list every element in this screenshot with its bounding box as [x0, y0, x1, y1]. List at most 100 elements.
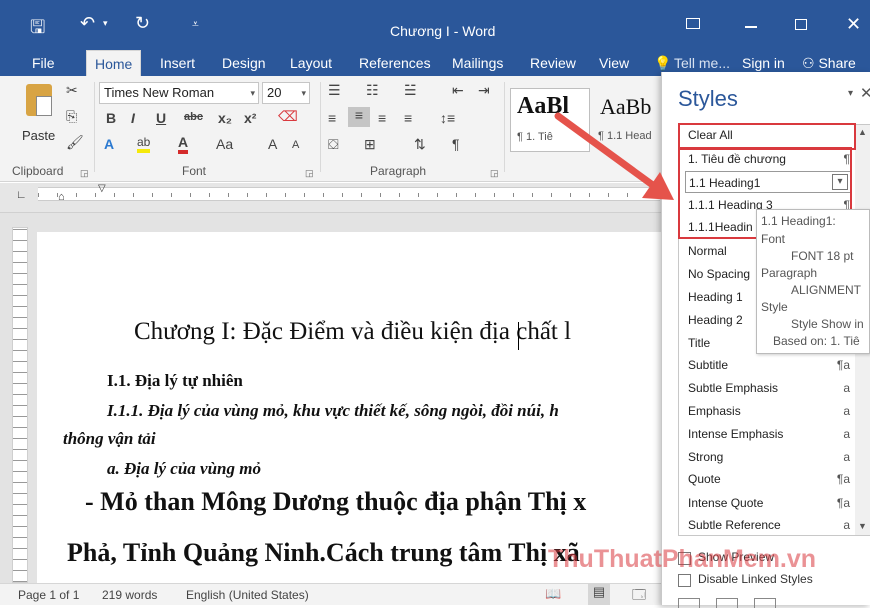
style-item[interactable]: Subtle Emphasis a — [688, 377, 858, 399]
align-center-icon[interactable]: ≡ — [348, 107, 370, 127]
font-launcher-icon[interactable]: ◲ — [305, 168, 314, 179]
pane-close-icon[interactable]: ✕ — [860, 84, 870, 102]
highlight-icon[interactable]: ab — [137, 135, 151, 153]
paragraph-launcher-icon[interactable]: ◲ — [490, 168, 499, 179]
style-item[interactable]: Intense Emphasis a — [688, 423, 858, 445]
tab-mailings[interactable]: Mailings — [452, 53, 503, 76]
cut-icon[interactable]: ✂ — [66, 82, 78, 99]
redo-icon[interactable]: ↻ — [135, 13, 150, 34]
style-type-icon: ¶a — [836, 472, 850, 486]
group-paragraph: Paragraph — [370, 164, 427, 178]
align-right-icon[interactable]: ≡ — [378, 110, 386, 126]
styles-pane-title: Styles — [678, 86, 738, 111]
customize-toolbar-icon[interactable]: ⩡ — [192, 17, 199, 32]
clipboard-launcher-icon[interactable]: ◲ — [80, 168, 89, 179]
shading-icon[interactable]: ⛋ — [328, 136, 339, 153]
tab-references[interactable]: References — [359, 53, 431, 76]
show-marks-icon[interactable]: ¶ — [452, 136, 460, 152]
font-size-dropdown[interactable]: 20 ▾ — [262, 82, 310, 104]
shrink-font-button[interactable]: A — [292, 139, 299, 151]
increase-indent-icon[interactable]: ⇥ — [478, 82, 490, 99]
text-cursor — [518, 322, 519, 350]
style-item[interactable]: Subtitle ¶a — [688, 354, 858, 376]
line-spacing-icon[interactable]: ↕≡ — [440, 110, 455, 126]
font-name-dropdown[interactable]: Times New Roman ▾ — [99, 82, 259, 104]
style-item[interactable]: Emphasis a — [688, 400, 858, 422]
indent-marker-icon[interactable]: ⌂ — [58, 191, 65, 203]
doc-chapter-title[interactable]: Chương I: Đặc Điểm và điều kiện địa chất… — [134, 318, 571, 346]
grow-font-button[interactable]: A — [268, 136, 277, 152]
borders-icon[interactable]: ⊞ — [364, 136, 376, 153]
tab-selector-icon[interactable]: ∟ — [16, 189, 27, 201]
ribbon-display-icon[interactable] — [686, 18, 700, 29]
underline-button[interactable]: U — [156, 110, 166, 126]
disable-linked-label[interactable]: Disable Linked Styles — [698, 572, 813, 586]
superscript-button[interactable]: x² — [244, 110, 256, 126]
align-left-icon[interactable]: ≡ — [328, 110, 336, 126]
decrease-indent-icon[interactable]: ⇤ — [452, 82, 464, 99]
group-clipboard: Clipboard — [12, 164, 64, 178]
annotation-arrow — [554, 112, 674, 200]
sort-icon[interactable]: ⇅ — [414, 136, 426, 153]
bullets-icon[interactable]: ☰ — [328, 82, 341, 99]
copy-icon[interactable]: ⎘ — [66, 108, 77, 125]
print-layout-icon[interactable]: ▤ — [588, 584, 610, 605]
doc-paragraph-2[interactable]: Phả, Tỉnh Quảng Ninh.Cách trung tâm Thị … — [67, 538, 580, 568]
style-type-icon: a — [843, 518, 850, 532]
tab-insert[interactable]: Insert — [160, 53, 195, 76]
doc-paragraph-1[interactable]: - Mỏ than Mông Dương thuộc địa phận Thị … — [85, 487, 586, 517]
tab-home[interactable]: Home — [86, 50, 142, 76]
style-item[interactable]: Intense Quote ¶a — [688, 492, 858, 514]
doc-heading-2[interactable]: I.1.1. Địa lý của vùng mỏ, khu vực thiết… — [107, 401, 559, 421]
maximize-icon[interactable] — [795, 19, 807, 30]
disable-linked-checkbox[interactable] — [678, 574, 691, 587]
style-item[interactable]: Subtle Reference a — [688, 514, 858, 536]
style-item[interactable]: Quote ¶a — [688, 468, 858, 490]
tab-view[interactable]: View — [599, 53, 629, 76]
scroll-down-icon[interactable]: ▼ — [858, 521, 867, 531]
bold-button[interactable]: B — [106, 110, 116, 126]
format-painter-icon[interactable]: 🖌 — [66, 134, 84, 151]
change-case-button[interactable]: Aa — [216, 136, 233, 152]
tab-layout[interactable]: Layout — [290, 53, 332, 76]
doc-heading-2-cont[interactable]: thông vận tải — [63, 429, 156, 449]
undo-dropdown-icon[interactable]: ▾ — [103, 18, 108, 29]
doc-heading-3[interactable]: a. Địa lý của vùng mỏ — [107, 459, 261, 479]
tab-review[interactable]: Review — [530, 53, 576, 76]
chevron-down-icon: ▾ — [301, 88, 306, 98]
multilevel-list-icon[interactable]: ☱ — [404, 82, 417, 99]
text-effects-icon[interactable]: A — [104, 136, 114, 152]
justify-icon[interactable]: ≡ — [404, 110, 412, 126]
paste-button[interactable]: Paste — [20, 82, 58, 152]
font-color-icon[interactable]: A — [178, 134, 189, 154]
clear-formatting-icon[interactable]: ⌫ — [278, 108, 298, 125]
style-item[interactable]: Strong a — [688, 446, 858, 468]
tab-design[interactable]: Design — [222, 53, 266, 76]
minimize-icon[interactable] — [745, 26, 757, 28]
read-mode-icon[interactable]: 📖 — [545, 586, 561, 602]
first-line-indent-icon[interactable]: ▽ — [98, 183, 106, 194]
word-count[interactable]: 219 words — [102, 588, 157, 602]
save-icon[interactable]: 🖫 — [30, 15, 45, 45]
close-icon[interactable]: ✕ — [846, 14, 861, 35]
style-type-icon: a — [843, 450, 850, 464]
tab-file[interactable]: File — [32, 53, 55, 76]
style-inspector-icon[interactable] — [716, 598, 738, 608]
strikethrough-button[interactable]: abc — [184, 111, 203, 123]
italic-button[interactable]: I — [131, 110, 135, 126]
doc-heading-1[interactable]: I.1. Địa lý tự nhiên — [107, 371, 243, 391]
group-font: Font — [182, 164, 207, 178]
numbering-icon[interactable]: ☷ — [366, 82, 379, 99]
person-icon: ⚇ — [802, 55, 819, 71]
chevron-down-icon: ▾ — [250, 88, 255, 98]
language-indicator[interactable]: English (United States) — [186, 588, 309, 602]
subscript-button[interactable]: x₂ — [218, 110, 232, 126]
page-count[interactable]: Page 1 of 1 — [18, 588, 79, 602]
scroll-up-icon[interactable]: ▲ — [858, 127, 867, 137]
highlight-clear-all — [678, 123, 856, 150]
new-style-icon[interactable] — [678, 598, 700, 608]
undo-icon[interactable]: ↶ — [80, 13, 95, 34]
manage-styles-icon[interactable] — [754, 598, 776, 608]
style-type-icon: ¶a — [836, 358, 850, 372]
pane-options-icon[interactable]: ▾ — [848, 88, 853, 99]
